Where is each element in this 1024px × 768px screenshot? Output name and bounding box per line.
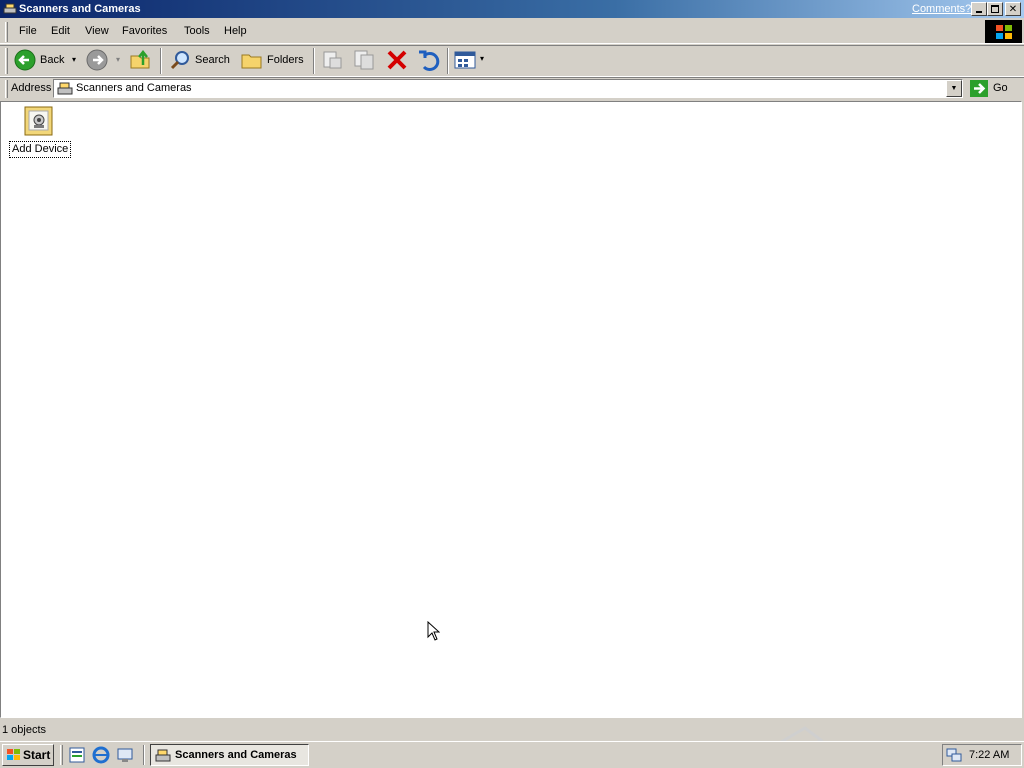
views-icon <box>454 51 476 69</box>
status-object-count: 1 objects <box>2 724 47 736</box>
move-to-button[interactable] <box>321 48 345 72</box>
quicklaunch-show-desktop[interactable] <box>116 746 134 764</box>
menu-tools[interactable]: Tools <box>184 25 210 38</box>
minimize-icon <box>976 11 982 13</box>
address-dropdown-button[interactable]: ▼ <box>946 80 962 97</box>
copy-to-button[interactable] <box>352 48 376 72</box>
undo-icon <box>419 50 440 71</box>
chevron-down-icon: ▼ <box>950 85 958 92</box>
quicklaunch-grip[interactable] <box>60 745 63 765</box>
folders-button[interactable]: Folders <box>240 47 306 73</box>
clock[interactable]: 7:22 AM <box>969 749 1009 762</box>
taskbar-window-scanners-and-cameras[interactable]: Scanners and Cameras <box>150 744 309 766</box>
file-list-view[interactable] <box>0 101 1022 718</box>
toolbar <box>0 45 1024 77</box>
system-tray: 7:22 AM <box>942 744 1022 766</box>
back-label: Back <box>40 54 65 66</box>
restore-icon <box>991 5 999 13</box>
title-bar[interactable] <box>0 0 1024 18</box>
menu-favorites[interactable]: Favorites <box>122 25 167 38</box>
window-title: Scanners and Cameras <box>19 3 141 15</box>
folders-label: Folders <box>267 54 304 66</box>
address-grip[interactable] <box>5 80 8 98</box>
search-button[interactable]: Search <box>167 47 233 73</box>
go-button[interactable]: Go <box>968 79 1020 98</box>
start-button[interactable]: Start <box>2 744 54 766</box>
windows-logo-icon <box>7 749 20 760</box>
scanner-camera-icon <box>57 82 73 95</box>
quicklaunch-server-manager[interactable] <box>68 746 86 764</box>
address-value: Scanners and Cameras <box>76 82 192 94</box>
menu-grip[interactable] <box>5 22 8 42</box>
quicklaunch-internet-explorer[interactable] <box>92 746 110 764</box>
taskbar-window-label: Scanners and Cameras <box>175 749 297 761</box>
menu-view[interactable]: View <box>85 25 109 38</box>
add-device-icon <box>24 106 53 136</box>
up-folder-icon <box>130 49 150 69</box>
delete-button[interactable] <box>385 48 409 72</box>
add-device-label[interactable]: Add Device <box>9 141 72 158</box>
windows-logo-icon <box>985 20 1022 43</box>
toolbar-separator <box>447 48 449 74</box>
minimize-button[interactable] <box>971 2 987 16</box>
toolbar-grip[interactable] <box>5 48 8 74</box>
server-manager-icon <box>69 747 85 763</box>
address-input[interactable]: Scanners and Cameras <box>53 79 963 98</box>
menu-edit[interactable]: Edit <box>51 25 70 38</box>
add-device-item[interactable] <box>23 105 55 137</box>
toolbar-separator <box>313 48 315 74</box>
scanner-camera-icon <box>155 749 171 762</box>
show-desktop-icon <box>117 748 133 762</box>
folders-icon <box>241 54 262 69</box>
move-to-icon <box>323 51 342 69</box>
undo-button[interactable] <box>416 48 440 72</box>
network-tray-icon[interactable] <box>945 747 963 763</box>
views-button[interactable]: ▾ <box>454 48 490 72</box>
search-label: Search <box>195 54 230 66</box>
back-button[interactable]: Back ▾ <box>12 47 82 73</box>
menu-help[interactable]: Help <box>224 25 247 38</box>
scanner-camera-icon <box>3 3 17 14</box>
search-icon <box>170 51 189 70</box>
close-button[interactable]: ✕ <box>1005 2 1021 16</box>
start-label: Start <box>23 748 51 762</box>
back-dropdown-icon[interactable]: ▾ <box>72 55 76 64</box>
copy-to-icon <box>354 50 374 70</box>
back-arrow-icon <box>14 49 36 71</box>
comments-link[interactable]: Comments? <box>912 2 971 16</box>
up-folder-button[interactable] <box>129 48 153 72</box>
go-arrow-icon <box>970 80 988 97</box>
forward-arrow-icon <box>86 49 108 71</box>
views-dropdown-icon[interactable]: ▾ <box>480 54 484 63</box>
address-label: Address <box>11 82 52 94</box>
mouse-cursor-icon <box>427 621 440 641</box>
delete-x-icon <box>387 50 407 70</box>
restore-button[interactable] <box>987 2 1003 16</box>
taskbar-separator <box>143 745 145 765</box>
toolbar-separator <box>160 48 162 74</box>
forward-dropdown-icon[interactable]: ▾ <box>116 55 120 64</box>
internet-explorer-icon <box>92 746 110 764</box>
go-label: Go <box>993 82 1008 94</box>
menu-file[interactable]: File <box>19 25 37 38</box>
close-icon: ✕ <box>1008 3 1018 15</box>
forward-button[interactable]: ▾ <box>86 47 126 73</box>
